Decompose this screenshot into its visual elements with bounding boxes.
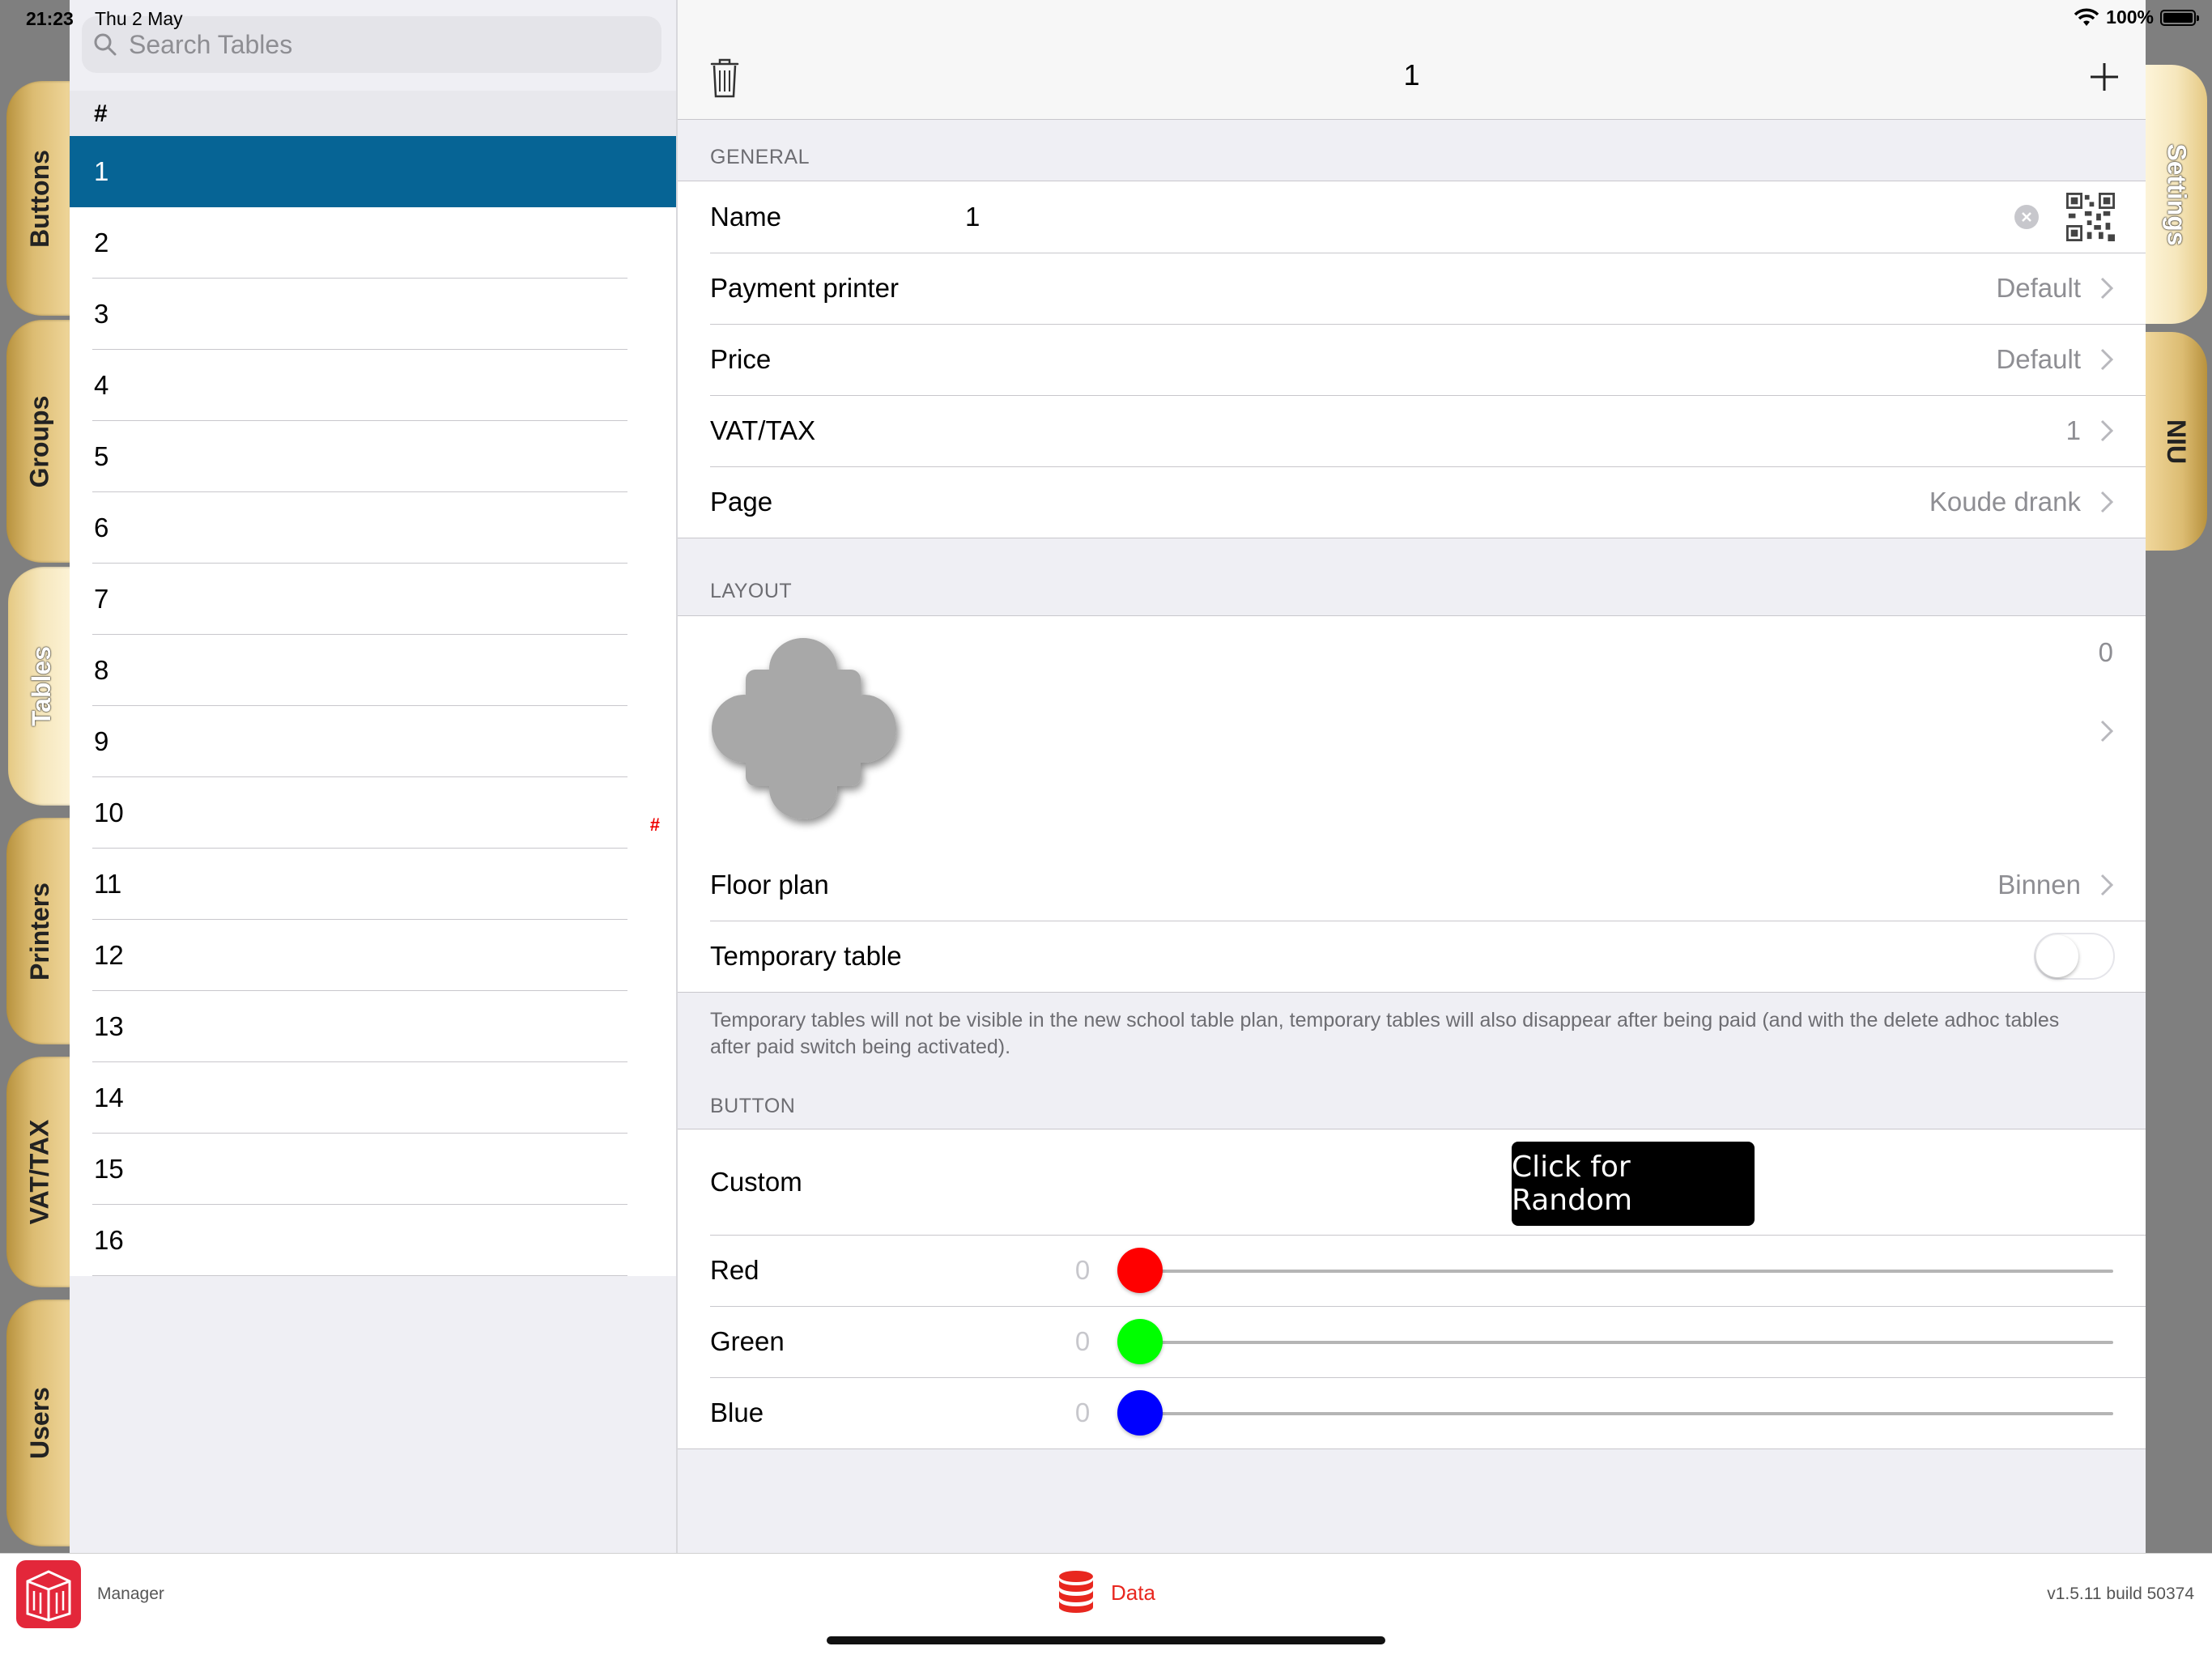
hash-marker: # xyxy=(649,815,660,835)
list-item[interactable]: 7 xyxy=(70,564,676,635)
blue-slider-track[interactable] xyxy=(1119,1412,2113,1415)
table-shape-row[interactable]: 0 xyxy=(678,616,2146,849)
list-item[interactable]: 15 xyxy=(70,1134,676,1205)
red-slider-thumb[interactable] xyxy=(1117,1248,1163,1293)
price-row[interactable]: Price Default xyxy=(678,324,2146,395)
tables-list-panel: # 1 2 3 4 5 6 7 8 9 10# 11 12 13 14 15 1… xyxy=(70,0,678,1553)
detail-title: 1 xyxy=(1403,58,1420,91)
list-item[interactable]: 4 xyxy=(70,350,676,421)
payment-printer-value: Default xyxy=(1996,273,2081,303)
chevron-right-icon xyxy=(2100,419,2113,442)
battery-percent: 100% xyxy=(2106,6,2154,28)
layout-header: LAYOUT xyxy=(710,580,793,602)
general-header: GENERAL xyxy=(710,146,810,168)
right-tab-strip: Settings NIU xyxy=(2146,0,2212,1553)
green-value: 0 xyxy=(1074,1326,1091,1356)
version-label: v1.5.11 build 50374 xyxy=(2047,1585,2194,1603)
database-icon xyxy=(1059,1571,1093,1613)
tab-vat-tax[interactable]: VAT/TAX xyxy=(6,1057,70,1287)
name-label: Name xyxy=(710,202,782,232)
battery-icon xyxy=(2160,9,2199,26)
layout-group: 0 Floor plan Binnen Temporary table xyxy=(678,615,2146,993)
temporary-table-toggle[interactable] xyxy=(2034,933,2115,980)
green-slider-thumb[interactable] xyxy=(1117,1319,1163,1364)
floor-plan-row[interactable]: Floor plan Binnen xyxy=(678,849,2146,921)
green-slider-row: Green 0 xyxy=(678,1306,2146,1377)
table-shape-preview xyxy=(712,638,896,819)
list-item[interactable]: 14 xyxy=(70,1062,676,1134)
app-logo-icon xyxy=(16,1560,81,1628)
status-bar: 21:23 Thu 2 May 100% xyxy=(0,0,2212,39)
app-name: Manager xyxy=(97,1585,164,1603)
layout-count: 0 xyxy=(2098,637,2113,667)
red-value: 0 xyxy=(1074,1255,1091,1285)
vat-tax-row[interactable]: VAT/TAX 1 xyxy=(678,395,2146,466)
list-item[interactable]: 1 xyxy=(70,136,676,207)
price-value: Default xyxy=(1996,344,2081,374)
list-item[interactable]: 8 xyxy=(70,635,676,706)
data-tab[interactable]: Data xyxy=(1057,1570,1155,1615)
list-item[interactable]: 16 xyxy=(70,1205,676,1276)
temporary-table-footnote: Temporary tables will not be visible in … xyxy=(710,1009,2060,1058)
list-item[interactable]: 13 xyxy=(70,991,676,1062)
status-date: Thu 2 May xyxy=(95,8,183,29)
list-item[interactable]: 11 xyxy=(70,849,676,920)
bottom-bar: Manager Data v1.5.11 build 50374 xyxy=(0,1553,2212,1659)
qr-code-icon[interactable] xyxy=(2066,193,2115,241)
list-item[interactable]: 10 # xyxy=(70,777,676,849)
status-right: 100% xyxy=(2074,6,2199,28)
list-section-header: # xyxy=(70,91,676,136)
red-slider-row: Red 0 xyxy=(678,1235,2146,1306)
left-tab-strip: Buttons Groups Tables Printers VAT/TAX U… xyxy=(0,0,70,1553)
button-header: BUTTON xyxy=(710,1095,796,1117)
table-detail-panel: 1 GENERAL Name 1 Payment printer Default… xyxy=(678,0,2146,1553)
list-item[interactable]: 3 xyxy=(70,279,676,350)
chevron-right-icon xyxy=(2100,720,2113,742)
chevron-right-icon xyxy=(2100,277,2113,300)
chevron-right-icon xyxy=(2100,491,2113,513)
page-value: Koude drank xyxy=(1929,487,2081,517)
add-icon[interactable] xyxy=(2089,62,2120,92)
blue-slider-thumb[interactable] xyxy=(1117,1390,1163,1436)
green-slider-track[interactable] xyxy=(1119,1341,2113,1344)
list-item[interactable]: 9 xyxy=(70,706,676,777)
tab-tables[interactable]: Tables xyxy=(8,567,70,806)
data-tab-label: Data xyxy=(1111,1580,1155,1605)
list-item[interactable]: 6 xyxy=(70,492,676,564)
clear-icon[interactable] xyxy=(2014,205,2039,229)
list-item[interactable]: 12 xyxy=(70,920,676,991)
floor-plan-value: Binnen xyxy=(1997,870,2081,900)
red-slider-track[interactable] xyxy=(1119,1270,2113,1273)
payment-printer-row[interactable]: Payment printer Default xyxy=(678,253,2146,324)
temporary-table-row: Temporary table xyxy=(678,921,2146,992)
general-group: Name 1 Payment printer Default Price Def… xyxy=(678,181,2146,538)
home-indicator[interactable] xyxy=(827,1636,1385,1644)
name-row[interactable]: Name 1 xyxy=(678,181,2146,253)
status-time: 21:23 xyxy=(26,8,74,29)
name-field[interactable]: 1 xyxy=(965,202,980,232)
button-group: Custom Click for Random Red 0 Green 0 Bl… xyxy=(678,1129,2146,1449)
random-color-button[interactable]: Click for Random xyxy=(1512,1142,1755,1226)
list-item[interactable]: 2 xyxy=(70,207,676,279)
blue-slider-row: Blue 0 xyxy=(678,1377,2146,1448)
blue-value: 0 xyxy=(1074,1397,1091,1427)
tab-printers[interactable]: Printers xyxy=(6,818,70,1044)
toggle-knob xyxy=(2036,935,2078,977)
table-list: 1 2 3 4 5 6 7 8 9 10 # 11 12 13 14 15 16 xyxy=(70,136,676,1276)
vat-tax-value: 1 xyxy=(2065,415,2081,445)
chevron-right-icon xyxy=(2100,348,2113,371)
tab-buttons[interactable]: Buttons xyxy=(6,81,70,316)
list-item[interactable]: 5 xyxy=(70,421,676,492)
tab-groups[interactable]: Groups xyxy=(6,320,70,563)
tab-settings[interactable]: Settings xyxy=(2146,65,2207,324)
custom-row: Custom Click for Random xyxy=(678,1129,2146,1235)
wifi-icon xyxy=(2074,8,2099,26)
tab-niu[interactable]: NIU xyxy=(2146,332,2207,551)
page-row[interactable]: Page Koude drank xyxy=(678,466,2146,538)
tab-users[interactable]: Users xyxy=(6,1300,70,1546)
chevron-right-icon xyxy=(2100,874,2113,896)
